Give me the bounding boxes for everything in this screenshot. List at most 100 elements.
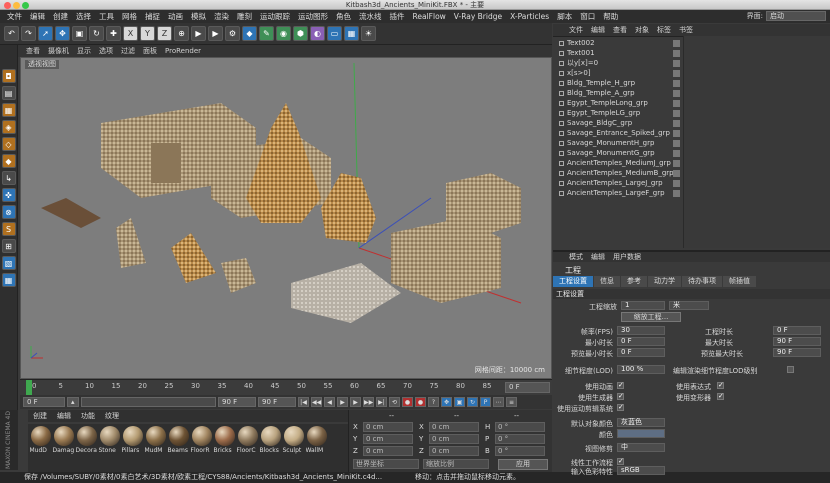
viewport-menu-item[interactable]: 选项 bbox=[95, 46, 117, 56]
scale-tool-icon[interactable]: ▣ bbox=[72, 26, 87, 41]
input-color-profile-select[interactable]: sRGB bbox=[617, 466, 665, 475]
menu-item[interactable]: 网格 bbox=[118, 11, 141, 22]
timeline-window-icon[interactable]: ≡ bbox=[506, 397, 517, 407]
coord-value-field[interactable]: 0 ° bbox=[495, 422, 545, 432]
position-key-icon[interactable]: ✥ bbox=[441, 397, 452, 407]
menu-item[interactable]: 运动图形 bbox=[294, 11, 332, 22]
coord-value-field[interactable]: 0 cm bbox=[363, 434, 413, 444]
visibility-toggle[interactable] bbox=[673, 190, 680, 197]
select-tool-icon[interactable]: ➚ bbox=[38, 26, 53, 41]
material-swatch[interactable]: Decora bbox=[76, 426, 97, 470]
frame-range-slider[interactable] bbox=[81, 397, 216, 407]
viewport-menu-item[interactable]: 过滤 bbox=[117, 46, 139, 56]
attribute-tab[interactable]: 帧插值 bbox=[723, 276, 756, 287]
menu-item[interactable]: 流水线 bbox=[355, 11, 386, 22]
use-animation-checkbox[interactable] bbox=[617, 381, 624, 389]
attribute-menu-item[interactable]: 用户数据 bbox=[609, 252, 645, 262]
keyframe-selection-icon[interactable]: ? bbox=[428, 397, 439, 407]
coord-value-field[interactable]: 0 ° bbox=[495, 446, 545, 456]
rotation-key-icon[interactable]: ↻ bbox=[467, 397, 478, 407]
visibility-toggle[interactable] bbox=[673, 150, 680, 157]
material-menu-item[interactable]: 纹理 bbox=[100, 411, 124, 421]
visibility-toggle[interactable] bbox=[673, 120, 680, 127]
visibility-toggle[interactable] bbox=[673, 40, 680, 47]
object-menu-item[interactable]: 文件 bbox=[565, 25, 587, 35]
loop-icon[interactable]: ⟲ bbox=[389, 397, 400, 407]
visibility-toggle[interactable] bbox=[673, 60, 680, 67]
make-editable-icon[interactable]: ◘ bbox=[1, 69, 16, 83]
menu-item[interactable]: 帮助 bbox=[599, 11, 622, 22]
play-icon[interactable]: ▶ bbox=[337, 397, 348, 407]
menu-item[interactable]: 文件 bbox=[3, 11, 26, 22]
enable-axis-icon[interactable]: ↳ bbox=[1, 171, 16, 185]
menu-item[interactable]: 渲染 bbox=[210, 11, 233, 22]
project-scale-unit-select[interactable]: 米 bbox=[669, 301, 709, 310]
menu-item[interactable]: X-Particles bbox=[506, 12, 553, 21]
linear-workflow-checkbox[interactable] bbox=[617, 457, 624, 465]
attribute-tab[interactable]: 工程设置 bbox=[553, 276, 593, 287]
menu-item[interactable]: 捕捉 bbox=[141, 11, 164, 22]
object-menu-item[interactable]: 编辑 bbox=[587, 25, 609, 35]
use-expressions-checkbox[interactable] bbox=[717, 381, 724, 389]
move-tool-icon[interactable]: ✥ bbox=[55, 26, 70, 41]
preview-max-field[interactable]: 90 F bbox=[773, 348, 821, 357]
coord-value-field[interactable]: 0 cm bbox=[429, 446, 479, 456]
menu-item[interactable]: 插件 bbox=[386, 11, 409, 22]
start-frame-stepper[interactable]: ▴ bbox=[67, 397, 79, 407]
texture-mode-icon[interactable]: ▦ bbox=[1, 103, 16, 117]
coord-value-field[interactable]: 0 cm bbox=[429, 422, 479, 432]
object-menu-item[interactable]: 查看 bbox=[609, 25, 631, 35]
material-menu-item[interactable]: 编辑 bbox=[52, 411, 76, 421]
menu-item[interactable]: 脚本 bbox=[553, 11, 576, 22]
grid-icon[interactable]: ▦ bbox=[1, 273, 16, 287]
last-tool-icon[interactable]: ✚ bbox=[106, 26, 121, 41]
previous-key-icon[interactable]: ◀◀ bbox=[311, 397, 322, 407]
material-swatch[interactable]: WallM bbox=[306, 426, 327, 470]
lod-field[interactable]: 100 % bbox=[617, 365, 665, 374]
visibility-toggle[interactable] bbox=[673, 90, 680, 97]
visibility-toggle[interactable] bbox=[673, 130, 680, 137]
material-swatch[interactable]: Sculpt bbox=[283, 426, 304, 470]
material-menu-item[interactable]: 创建 bbox=[28, 411, 52, 421]
render-to-picture-viewer-icon[interactable]: ▶ bbox=[208, 26, 223, 41]
viewport-menu-item[interactable]: 摄像机 bbox=[44, 46, 73, 56]
minimize-window-button[interactable] bbox=[13, 2, 20, 9]
max-time-field[interactable]: 90 F bbox=[773, 337, 821, 346]
visibility-toggle[interactable] bbox=[673, 170, 680, 177]
menu-item[interactable]: RealFlow bbox=[409, 12, 450, 21]
camera-icon[interactable]: ▦ bbox=[344, 26, 359, 41]
project-scale-field[interactable]: 1 bbox=[621, 301, 665, 310]
coord-value-field[interactable]: 0 ° bbox=[495, 434, 545, 444]
material-swatch[interactable]: Blocks bbox=[260, 426, 281, 470]
undo-icon[interactable]: ↶ bbox=[4, 26, 19, 41]
coordinate-mode-select[interactable]: 世界坐标 bbox=[353, 459, 419, 469]
floor-icon[interactable]: ▭ bbox=[327, 26, 342, 41]
max-frame-field[interactable]: 90 F bbox=[218, 397, 256, 407]
z-axis-lock-icon[interactable]: Z bbox=[157, 26, 172, 41]
coordinate-system-icon[interactable]: ⊕ bbox=[174, 26, 189, 41]
edit-render-settings-icon[interactable]: ⚙ bbox=[225, 26, 240, 41]
fps-field[interactable]: 30 bbox=[617, 326, 665, 335]
light-icon[interactable]: ☀ bbox=[361, 26, 376, 41]
end-frame-field[interactable]: 90 F bbox=[258, 397, 296, 407]
visibility-toggle[interactable] bbox=[673, 160, 680, 167]
subdivision-surface-icon[interactable]: ◉ bbox=[276, 26, 291, 41]
visibility-toggle[interactable] bbox=[673, 110, 680, 117]
param-key-icon[interactable]: P bbox=[480, 397, 491, 407]
go-to-start-icon[interactable]: |◀ bbox=[298, 397, 309, 407]
coord-value-field[interactable]: 0 cm bbox=[429, 434, 479, 444]
model-mode-icon[interactable]: ▤ bbox=[1, 86, 16, 100]
attribute-tab[interactable]: 参考 bbox=[621, 276, 647, 287]
coord-value-field[interactable]: 0 cm bbox=[363, 422, 413, 432]
go-to-end-icon[interactable]: ▶| bbox=[376, 397, 387, 407]
use-deformers-checkbox[interactable] bbox=[717, 392, 724, 400]
menu-item[interactable]: 动画 bbox=[164, 11, 187, 22]
lock-workplane-icon[interactable]: ▧ bbox=[1, 256, 16, 270]
x-axis-lock-icon[interactable]: X bbox=[123, 26, 138, 41]
visibility-toggle[interactable] bbox=[673, 50, 680, 57]
material-swatch[interactable]: MudD bbox=[30, 426, 51, 470]
viewport-menu-item[interactable]: 面板 bbox=[139, 46, 161, 56]
attribute-tab[interactable]: 待办事项 bbox=[682, 276, 722, 287]
record-icon[interactable]: ● bbox=[402, 397, 413, 407]
autokey-icon[interactable]: ● bbox=[415, 397, 426, 407]
